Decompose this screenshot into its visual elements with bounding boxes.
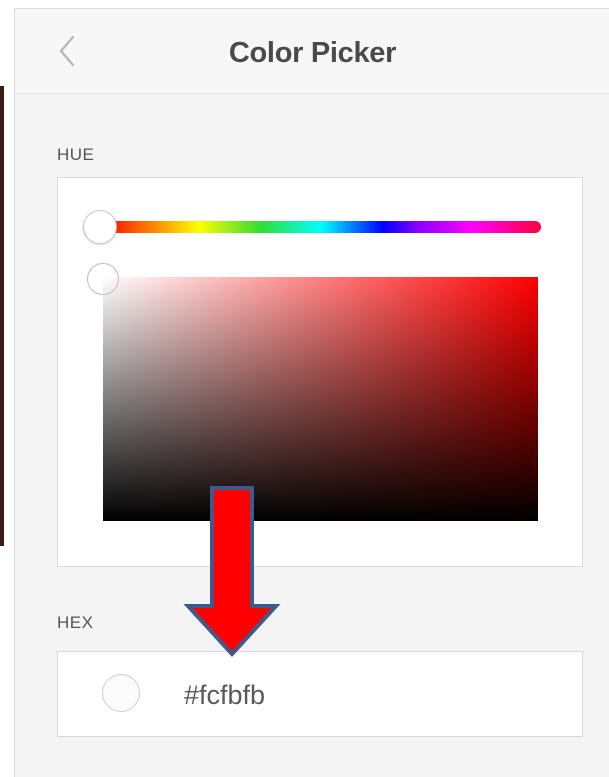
- page-title: Color Picker: [228, 37, 397, 69]
- color-picker-panel: Color Picker HUE HEX: [14, 8, 609, 777]
- color-swatch: [102, 674, 140, 712]
- hue-label: HUE: [57, 145, 95, 164]
- hex-input[interactable]: [182, 674, 486, 716]
- background-window-strip: [0, 86, 4, 546]
- hue-picker-box: [57, 177, 583, 567]
- saturation-value-handle[interactable]: [87, 263, 119, 295]
- panel-header: Color Picker: [15, 9, 609, 94]
- hex-label: HEX: [57, 613, 94, 632]
- hue-slider-handle[interactable]: [83, 210, 117, 244]
- back-button[interactable]: [51, 31, 85, 71]
- background-window-edge: [0, 0, 14, 776]
- saturation-value-area[interactable]: [103, 277, 538, 521]
- chevron-left-icon: [59, 35, 75, 67]
- hue-slider[interactable]: [102, 221, 541, 233]
- hex-field-box: [57, 651, 583, 737]
